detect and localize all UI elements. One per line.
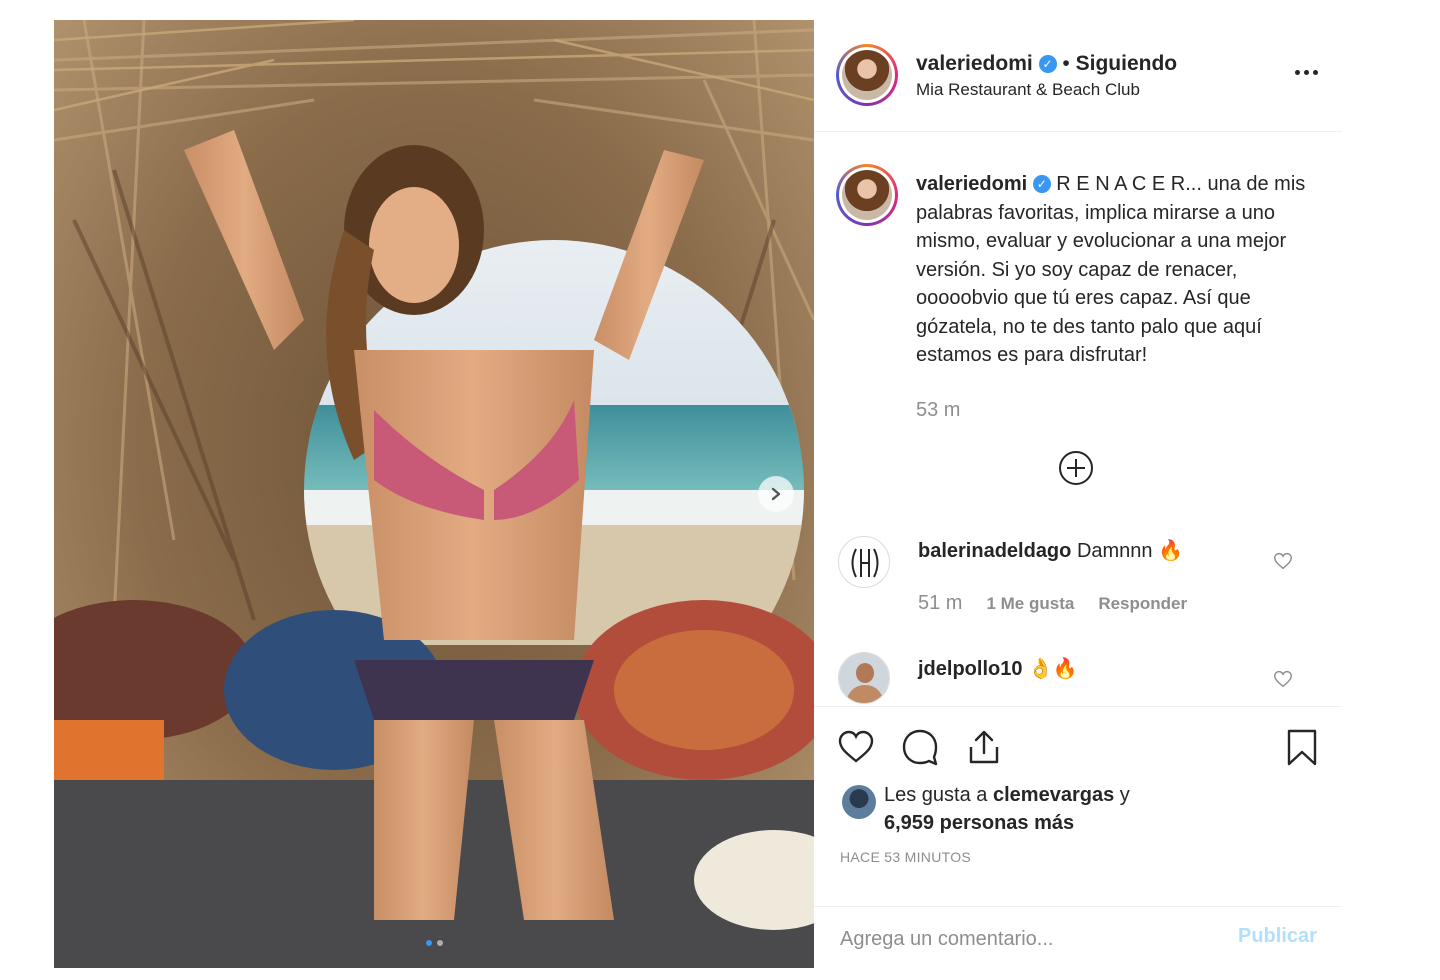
post-photo[interactable]	[54, 20, 814, 968]
reply-button[interactable]: Responder	[1098, 594, 1187, 614]
author-username[interactable]: valeriedomi	[916, 52, 1033, 75]
comment-time[interactable]: 51 m	[918, 592, 962, 615]
likes-text: Les gusta a clemevargas y 6,959 personas…	[884, 781, 1224, 837]
liker-username[interactable]: clemevargas	[993, 784, 1114, 806]
caption-username[interactable]: valeriedomi	[916, 173, 1027, 195]
post-image	[54, 20, 814, 968]
comment-avatar[interactable]	[838, 652, 890, 704]
caption-time[interactable]: 53 m	[916, 399, 960, 421]
likes-conjunction: y	[1119, 784, 1130, 806]
location-link[interactable]: Mia Restaurant & Beach Club	[916, 80, 1140, 100]
verified-badge-icon: ✓	[1032, 175, 1051, 194]
comment-username[interactable]: jdelpollo10	[918, 658, 1022, 680]
author-line: valeriedomi ✓ • Siguiendo	[916, 52, 1177, 76]
share-icon[interactable]	[964, 727, 1004, 767]
comment-item: jdelpollo10 👌🔥	[918, 656, 1078, 681]
post-actions: Les gusta a clemevargas y 6,959 personas…	[814, 706, 1342, 906]
post-container: valeriedomi ✓ • Siguiendo Mia Restaurant…	[54, 20, 1342, 968]
avatar-photo	[839, 653, 889, 703]
more-options-icon[interactable]	[1288, 60, 1324, 84]
carousel-next-button[interactable]	[758, 476, 794, 512]
heart-icon[interactable]	[836, 727, 876, 767]
carousel-indicator	[54, 940, 814, 946]
comments-section[interactable]: valeriedomi ✓ R E N A C E R... una de mi…	[814, 132, 1342, 706]
author-avatar[interactable]	[836, 44, 898, 106]
add-comment-bar: Publicar	[814, 906, 1342, 968]
caption-avatar[interactable]	[836, 164, 898, 226]
chevron-right-icon	[771, 487, 781, 501]
carousel-dot	[436, 940, 443, 946]
comment-heart-icon[interactable]	[1272, 668, 1294, 690]
publish-button[interactable]: Publicar	[1238, 925, 1317, 948]
comment-meta: 51 m 1 Me gusta Responder	[918, 592, 1187, 615]
separator: •	[1062, 52, 1070, 75]
comment-text: 👌🔥	[1028, 658, 1078, 680]
comment-heart-icon[interactable]	[1272, 550, 1294, 572]
post-timestamp[interactable]: HACE 53 MINUTOS	[840, 849, 971, 865]
post-header: valeriedomi ✓ • Siguiendo Mia Restaurant…	[814, 20, 1342, 132]
comment-username[interactable]: balerinadeldago	[918, 540, 1071, 562]
monogram-logo-icon	[851, 548, 879, 578]
likes-prefix: Les gusta a	[884, 784, 988, 806]
comment-item: balerinadeldago Damnnn 🔥	[918, 538, 1183, 563]
comment-avatar[interactable]	[838, 536, 890, 588]
post-sidebar: valeriedomi ✓ • Siguiendo Mia Restaurant…	[814, 20, 1342, 968]
verified-badge-icon: ✓	[1038, 55, 1057, 73]
plus-circle-icon[interactable]	[1058, 450, 1094, 486]
caption: valeriedomi ✓ R E N A C E R... una de mi…	[916, 170, 1306, 424]
carousel-dot-active	[425, 940, 432, 946]
comment-input[interactable]	[840, 925, 1220, 953]
comment-text: Damnnn 🔥	[1076, 540, 1183, 562]
comment-icon[interactable]	[900, 727, 940, 767]
comment-likes-button[interactable]: 1 Me gusta	[986, 594, 1074, 614]
liker-avatar[interactable]	[842, 785, 876, 819]
caption-text: R E N A C E R... una de mis palabras fav…	[916, 173, 1306, 366]
bookmark-icon[interactable]	[1282, 727, 1322, 767]
follow-status-button[interactable]: Siguiendo	[1076, 52, 1178, 75]
likes-others-button[interactable]: 6,959 personas más	[884, 812, 1074, 834]
